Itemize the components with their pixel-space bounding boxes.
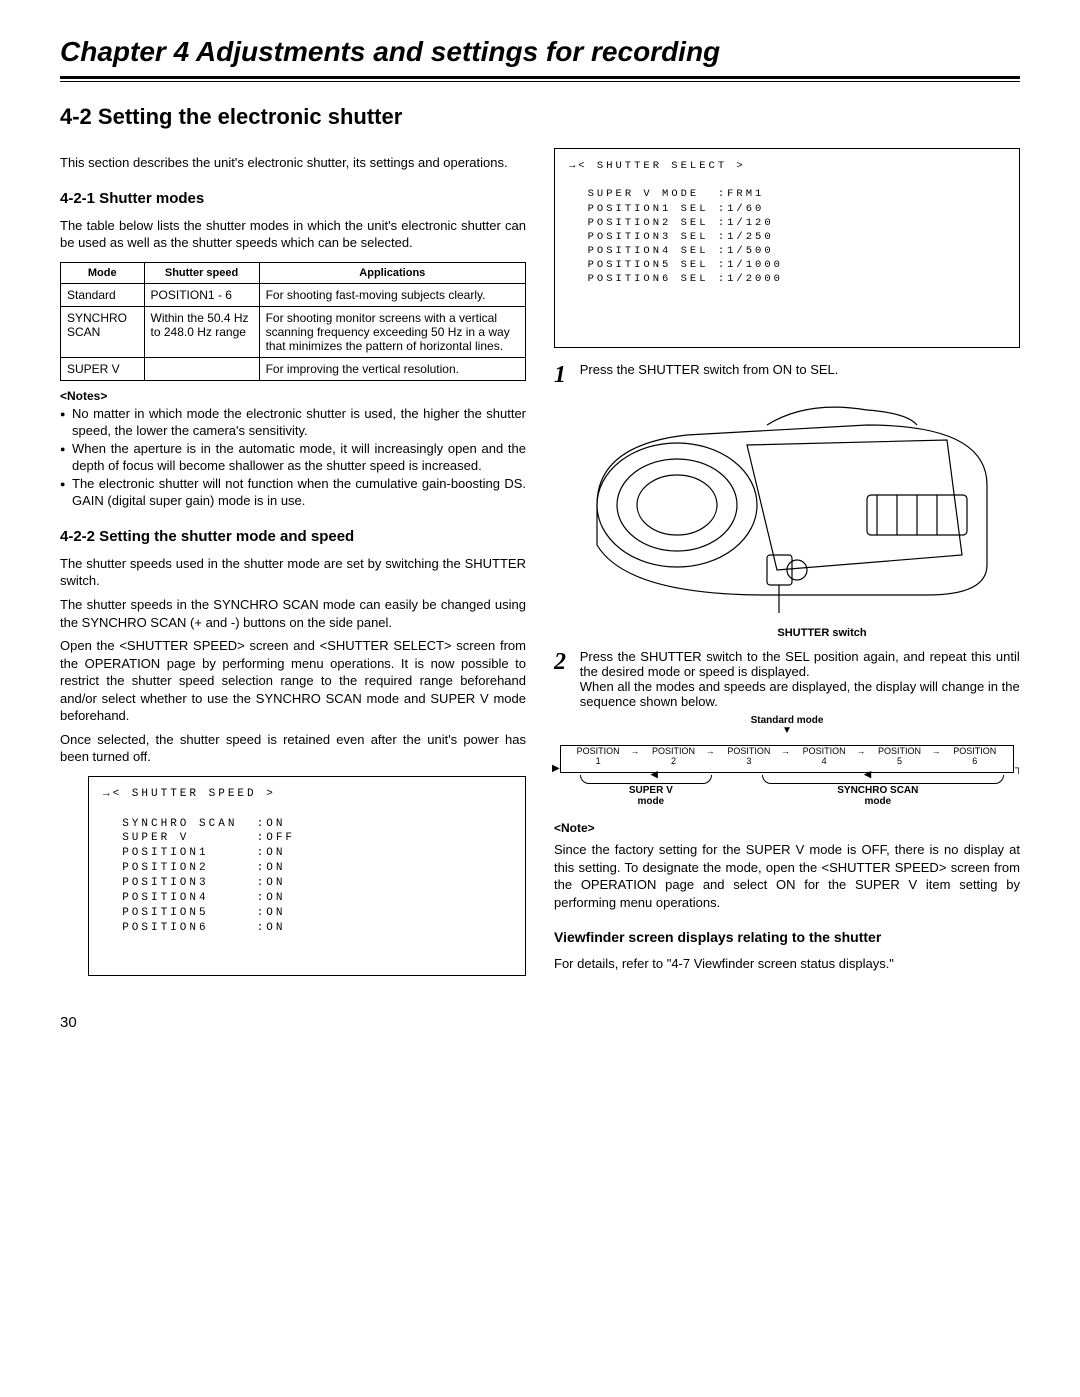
arrow-left-icon: ◀ (651, 769, 658, 780)
menu-line: POSITION6 SEL :1/2000 (588, 273, 783, 285)
superv-mode-label: SUPER V mode ◀ (560, 777, 742, 799)
cell (144, 357, 259, 380)
menu-line: SUPER V MODE :FRM1 (588, 188, 765, 200)
table-row: SUPER V For improving the vertical resol… (61, 357, 526, 380)
cell: SYNCHRO SCAN (61, 306, 145, 357)
menu-line: POSITION2 SEL :1/120 (588, 217, 774, 229)
camera-illustration (554, 395, 1020, 625)
p-422-4: Once selected, the shutter speed is reta… (60, 731, 526, 766)
step-1: 1 Press the SHUTTER switch from ON to SE… (554, 362, 1020, 389)
step-1-text: Press the SHUTTER switch from ON to SEL. (580, 362, 1020, 377)
synchro-mode-label: SYNCHRO SCAN mode ◀ (742, 777, 1014, 799)
step-2a: Press the SHUTTER switch to the SEL posi… (580, 649, 1020, 679)
menu-line: SUPER V :OFF (122, 832, 295, 844)
step-2: 2 Press the SHUTTER switch to the SEL po… (554, 649, 1020, 709)
cell: For shooting monitor screens with a vert… (259, 306, 525, 357)
menu-line: POSITION1 :ON (122, 847, 285, 859)
note-label: <Note> (554, 821, 1020, 835)
pos-label: POSITION 6 (953, 746, 996, 766)
note-item: The electronic shutter will not function… (60, 475, 526, 510)
p-422-3: Open the <SHUTTER SPEED> screen and <SHU… (60, 637, 526, 725)
menu-line: POSITION4 SEL :1/500 (588, 245, 774, 257)
section-title: 4-2 Setting the electronic shutter (60, 104, 1020, 130)
seq-pos-5: POSITION 5→ (862, 746, 937, 772)
shutter-select-menu: →< SHUTTER SELECT > SUPER V MODE :FRM1 P… (554, 148, 1020, 348)
menu-line: POSITION5 :ON (122, 907, 285, 919)
page-number: 30 (60, 1014, 1020, 1031)
menu-line: POSITION4 :ON (122, 892, 285, 904)
table-row: SYNCHRO SCAN Within the 50.4 Hz to 248.0… (61, 306, 526, 357)
menu-line: POSITION6 :ON (122, 922, 285, 934)
chapter-title: Chapter 4 Adjustments and settings for r… (60, 36, 1020, 68)
th-mode: Mode (61, 262, 145, 283)
cell: Standard (61, 283, 145, 306)
p-422-2: The shutter speeds in the SYNCHRO SCAN m… (60, 596, 526, 631)
menu-line: POSITION5 SEL :1/1000 (588, 259, 783, 271)
notes-list: No matter in which mode the electronic s… (60, 405, 526, 510)
menu-title: →< SHUTTER SPEED > (103, 788, 276, 800)
seq-pos-4: POSITION 4→ (787, 746, 862, 772)
cell: POSITION1 - 6 (144, 283, 259, 306)
menu-line: POSITION2 :ON (122, 862, 285, 874)
menu-line: SYNCHRO SCAN :ON (122, 818, 285, 830)
arrow-down-icon: ▼ (554, 728, 1020, 733)
step-number-icon: 2 (554, 649, 576, 676)
seq-pos-3: POSITION 3→ (712, 746, 787, 772)
shutter-modes-table: Mode Shutter speed Applications Standard… (60, 262, 526, 381)
pos-label: POSITION 4 (803, 746, 846, 766)
note-item: When the aperture is in the automatic mo… (60, 440, 526, 475)
th-app: Applications (259, 262, 525, 283)
menu-line: POSITION3 :ON (122, 877, 285, 889)
seq-pos-2: POSITION 2→ (636, 746, 711, 772)
sequence-diagram: Standard mode ▼ ▶ ┐ POSITION 1→ POSITION… (554, 715, 1020, 815)
step-2b: When all the modes and speeds are displa… (580, 679, 1020, 709)
step-number-icon: 1 (554, 362, 576, 389)
arrow-right-icon: ▶ (552, 763, 560, 774)
shutter-switch-label: SHUTTER switch (624, 627, 1020, 639)
pos-label: POSITION 3 (727, 746, 770, 766)
subheading-shutter-mode-speed: 4-2-2 Setting the shutter mode and speed (60, 528, 526, 545)
note-item: No matter in which mode the electronic s… (60, 405, 526, 440)
shutter-speed-menu: →< SHUTTER SPEED > SYNCHRO SCAN :ON SUPE… (88, 776, 526, 976)
menu-line: POSITION3 SEL :1/250 (588, 231, 774, 243)
cell: For improving the vertical resolution. (259, 357, 525, 380)
subheading-shutter-modes: 4-2-1 Shutter modes (60, 190, 526, 207)
double-rule (60, 76, 1020, 82)
loop-line-icon: ┐ (1015, 763, 1022, 774)
seq-pos-6: POSITION 6 (938, 746, 1013, 772)
arrow-left-icon: ◀ (864, 769, 871, 780)
table-row: Standard POSITION1 - 6 For shooting fast… (61, 283, 526, 306)
intro-text: This section describes the unit's electr… (60, 154, 526, 172)
menu-title: →< SHUTTER SELECT > (569, 160, 746, 172)
notes-label: <Notes> (60, 389, 526, 403)
pos-label: POSITION 2 (652, 746, 695, 766)
right-column: →< SHUTTER SELECT > SUPER V MODE :FRM1 P… (554, 148, 1020, 986)
camera-svg (554, 395, 1020, 625)
left-column: This section describes the unit's electr… (60, 148, 526, 986)
p-422-1: The shutter speeds used in the shutter m… (60, 555, 526, 590)
modes-intro: The table below lists the shutter modes … (60, 217, 526, 252)
seq-pos-1: POSITION 1→ (561, 746, 636, 772)
viewfinder-heading: Viewfinder screen displays relating to t… (554, 929, 1020, 945)
pos-label: POSITION 5 (878, 746, 921, 766)
note-text: Since the factory setting for the SUPER … (554, 841, 1020, 911)
viewfinder-text: For details, refer to "4-7 Viewfinder sc… (554, 955, 1020, 973)
superv-text: SUPER V mode (629, 785, 673, 807)
pos-label: POSITION 1 (577, 746, 620, 766)
menu-line: POSITION1 SEL :1/60 (588, 203, 765, 215)
cell: For shooting fast-moving subjects clearl… (259, 283, 525, 306)
th-speed: Shutter speed (144, 262, 259, 283)
step-2-text: Press the SHUTTER switch to the SEL posi… (580, 649, 1020, 709)
cell: Within the 50.4 Hz to 248.0 Hz range (144, 306, 259, 357)
synchro-text: SYNCHRO SCAN mode (837, 785, 918, 807)
cell: SUPER V (61, 357, 145, 380)
